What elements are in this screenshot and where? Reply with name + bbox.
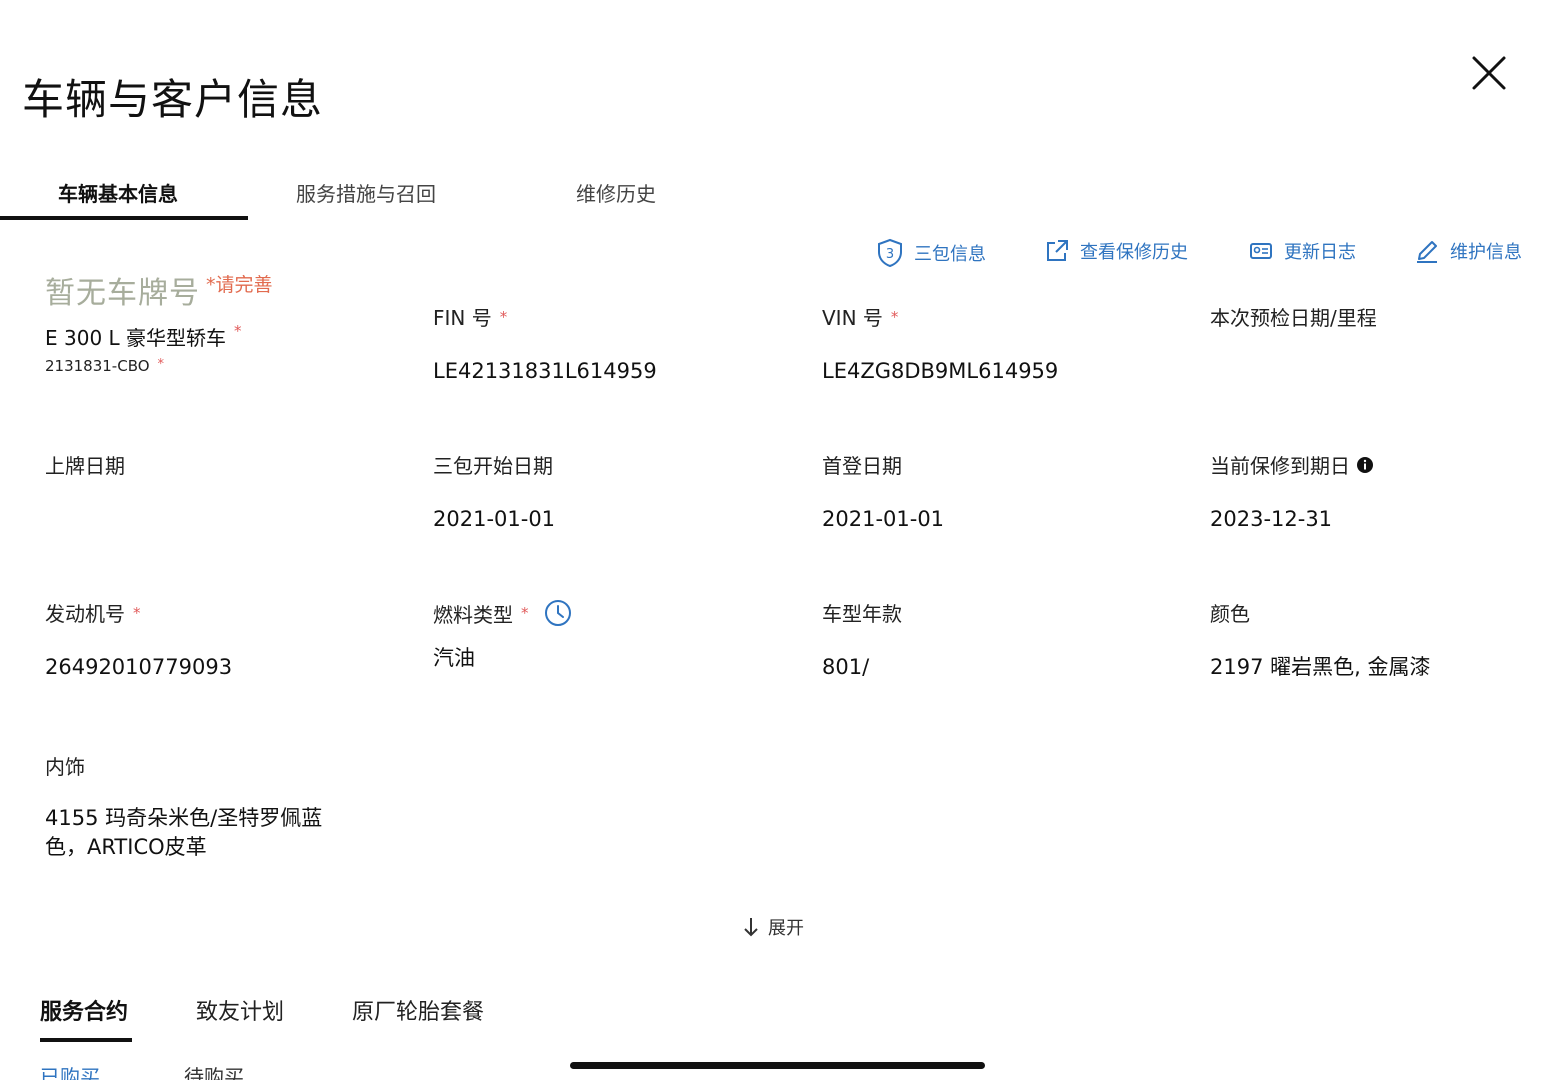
first-registration-field: 首登日期 2021-01-01 (822, 450, 1182, 534)
required-mark: * (521, 604, 529, 622)
warranty-start-label: 三包开始日期 (433, 454, 553, 478)
vehicle-model: E 300 L 豪华型轿车 * (45, 322, 242, 350)
arrow-down-icon (744, 918, 758, 937)
view-warranty-history-label: 查看保修历史 (1080, 242, 1188, 263)
tab-friend-plan[interactable]: 致友计划 (196, 994, 284, 1026)
maintenance-info-label: 维护信息 (1450, 242, 1522, 263)
engine-number-label: 发动机号 (45, 602, 125, 626)
subtab-to-purchase[interactable]: 待购买 (184, 1066, 244, 1080)
external-link-icon (1047, 240, 1068, 261)
page-title: 车辆与客户信息 (22, 75, 324, 124)
tab-service-recall[interactable]: 服务措施与召回 (296, 178, 436, 207)
engine-number-value: 26492010779093 (45, 655, 233, 679)
plate-date-label: 上牌日期 (45, 454, 125, 478)
svg-text:3: 3 (886, 247, 894, 262)
contract-tabs: 服务合约 致友计划 原厂轮胎套餐 (0, 990, 600, 1046)
fin-label: FIN 号 (433, 306, 492, 330)
expand-label: 展开 (768, 918, 804, 939)
model-year-label: 车型年款 (822, 602, 902, 626)
log-card-icon (1250, 243, 1272, 259)
fuel-type-value: 汽油 (433, 646, 475, 670)
vehicle-model-code: 2131831-CBO * (45, 357, 165, 375)
required-mark: * (133, 603, 141, 622)
vin-field: VIN 号 * LE4ZG8DB9ML614959 (822, 302, 1182, 386)
warranty-end-value: 2023-12-31 (1210, 507, 1333, 531)
tab-vehicle-basic-info[interactable]: 车辆基本信息 (58, 178, 178, 207)
pencil-icon (1417, 241, 1437, 263)
license-plate-hint: *请完善 (206, 274, 273, 296)
plate-date-field: 上牌日期 (45, 450, 405, 505)
subtab-purchased[interactable]: 已购买 (40, 1066, 100, 1080)
required-mark: * (499, 307, 508, 326)
interior-label: 内饰 (45, 755, 85, 779)
interior-field: 内饰 4155 玛奇朵米色/圣特罗佩蓝色，ARTICO皮革 (45, 751, 335, 862)
license-plate-value: 暂无车牌号 (45, 276, 200, 311)
interior-value: 4155 玛奇朵米色/圣特罗佩蓝色，ARTICO皮革 (45, 806, 323, 859)
view-warranty-history-link[interactable]: 查看保修历史 (1044, 238, 1188, 264)
precheck-field: 本次预检日期/里程 (1210, 302, 1554, 357)
fin-value: LE42131831L614959 (433, 359, 657, 383)
precheck-label: 本次预检日期/里程 (1210, 306, 1377, 330)
first-registration-value: 2021-01-01 (822, 507, 945, 531)
model-year-value: 801/ (822, 655, 870, 679)
fuel-type-field: 燃料类型 * 汽油 (433, 598, 793, 673)
tab-tire-package[interactable]: 原厂轮胎套餐 (352, 994, 484, 1026)
close-icon (1472, 56, 1506, 90)
update-log-link[interactable]: 更新日志 (1248, 238, 1356, 264)
expand-button[interactable]: 展开 (742, 914, 804, 940)
update-log-label: 更新日志 (1284, 242, 1356, 263)
warranty-info-link[interactable]: 3 三包信息 (876, 238, 986, 268)
color-field: 颜色 2197 曜岩黑色, 金属漆 (1210, 598, 1554, 682)
required-mark: * (890, 307, 899, 326)
close-button[interactable] (1466, 50, 1512, 96)
warranty-start-field: 三包开始日期 2021-01-01 (433, 450, 793, 534)
clock-icon[interactable] (543, 598, 573, 628)
tab-service-contract[interactable]: 服务合约 (40, 994, 128, 1026)
active-tab-indicator (0, 216, 248, 220)
license-plate[interactable]: 暂无车牌号 *请完善 (45, 268, 273, 312)
maintenance-info-link[interactable]: 维护信息 (1414, 238, 1522, 264)
warranty-info-label: 三包信息 (914, 244, 986, 265)
vin-label: VIN 号 (822, 306, 883, 330)
color-label: 颜色 (1210, 602, 1250, 626)
warranty-start-value: 2021-01-01 (433, 507, 556, 531)
vehicle-tabs: 车辆基本信息 服务措施与召回 维修历史 (0, 170, 760, 222)
vehicle-customer-modal: 车辆与客户信息 车辆基本信息 服务措施与召回 维修历史 3 三包信息 查看保修历… (0, 0, 1554, 1080)
home-indicator[interactable] (570, 1062, 985, 1069)
required-mark: * (234, 322, 242, 340)
first-registration-label: 首登日期 (822, 454, 902, 478)
model-year-field: 车型年款 801/ (822, 598, 1182, 682)
warranty-end-field: 当前保修到期日 2023-12-31 (1210, 450, 1554, 534)
active-bottom-tab-indicator (40, 1038, 132, 1042)
color-value: 2197 曜岩黑色, 金属漆 (1210, 655, 1431, 679)
shield-3-icon: 3 (878, 238, 902, 268)
tab-repair-history[interactable]: 维修历史 (576, 178, 656, 207)
engine-number-field: 发动机号 * 26492010779093 (45, 598, 405, 682)
vin-value: LE4ZG8DB9ML614959 (822, 359, 1059, 383)
warranty-end-label: 当前保修到期日 (1210, 454, 1350, 478)
info-icon[interactable] (1356, 456, 1374, 474)
purchase-subtabs: 已购买 待购买 (0, 1066, 600, 1080)
fuel-type-label: 燃料类型 (433, 602, 513, 627)
fin-field: FIN 号 * LE42131831L614959 (433, 302, 793, 386)
required-mark: * (157, 357, 165, 372)
